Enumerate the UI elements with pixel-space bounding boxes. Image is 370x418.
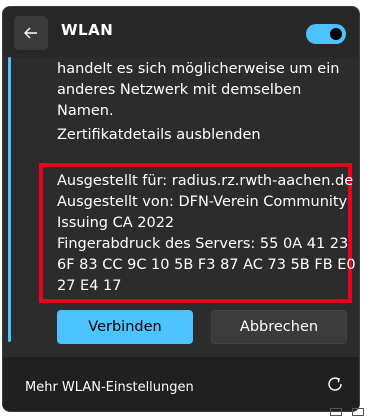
cert-line: Issuing CA 2022 <box>57 215 175 231</box>
page-title: WLAN <box>61 21 114 39</box>
header: WLAN <box>3 7 359 57</box>
footer: Mehr WLAN-Einstellungen <box>3 357 359 411</box>
toggle-knob <box>330 28 342 40</box>
wlan-flyout: WLAN handelt es sich möglicherweise um e… <box>2 6 360 412</box>
back-button[interactable] <box>14 16 48 50</box>
tray-icon[interactable] <box>352 408 364 416</box>
info-text: handelt es sich möglicherweise um ein an… <box>57 59 347 122</box>
certificate-details: Ausgestellt für: radius.rz.rwth-aachen.d… <box>57 171 357 297</box>
cert-line: Ausgestellt von: DFN-Verein Community <box>57 194 348 210</box>
refresh-icon <box>326 375 344 397</box>
more-wlan-settings-link[interactable]: Mehr WLAN-Einstellungen <box>25 380 194 395</box>
cert-line: 27 E4 17 <box>57 278 122 294</box>
hide-certificate-details-link[interactable]: Zertifikatdetails ausblenden <box>57 127 261 143</box>
connect-button[interactable]: Verbinden <box>57 310 193 344</box>
taskbar-tray <box>330 408 364 416</box>
info-line: Namen. <box>57 103 114 119</box>
tray-icon[interactable] <box>330 408 342 416</box>
arrow-left-icon <box>24 24 38 43</box>
wlan-toggle[interactable] <box>306 24 346 44</box>
info-line: anderes Netzwerk mit demselben <box>57 82 302 98</box>
cert-line: 6F 83 CC 9C 10 5B F3 87 AC 73 5B FB E0 <box>57 257 356 273</box>
cert-line: Ausgestellt für: radius.rz.rwth-aachen.d… <box>57 173 354 189</box>
info-line: handelt es sich möglicherweise um ein <box>57 61 340 77</box>
selection-accent-bar <box>8 57 11 342</box>
cert-line: Fingerabdruck des Servers: 55 0A 41 23 <box>57 236 349 252</box>
cancel-button[interactable]: Abbrechen <box>211 310 347 344</box>
refresh-button[interactable] <box>325 376 345 396</box>
